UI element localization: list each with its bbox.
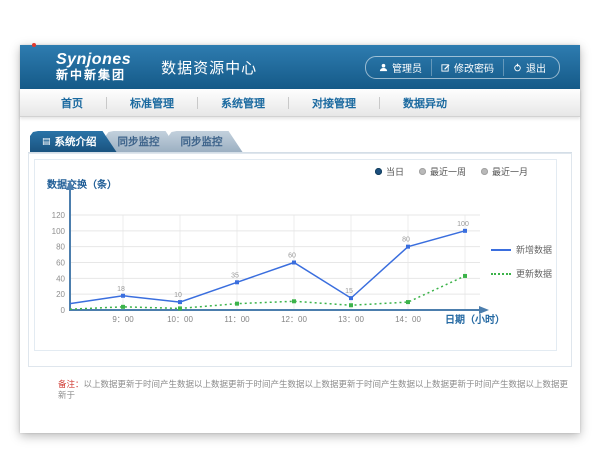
nav-item-2[interactable]: 标准管理 [107,95,197,111]
footnote-text: 以上数据更新于时间产生数据以上数据更新于时间产生数据以上数据更新于时间产生数据以… [58,379,568,400]
page: Synjones 新中新集团 数据资源中心 管理员 修改密码 退出 [0,0,600,450]
footnote-prefix: 备注： [58,379,84,389]
main-nav: 首页标准管理系统管理对接管理数据异动 [20,89,580,117]
svg-text:40: 40 [56,274,65,283]
svg-text:10: 10 [174,292,182,299]
svg-text:10：00: 10：00 [167,315,193,324]
user-menu: 管理员 修改密码 退出 [365,56,560,79]
svg-text:0: 0 [61,306,66,315]
svg-text:9：00: 9：00 [112,315,134,324]
nav-item-3[interactable]: 系统管理 [198,95,288,111]
chart-panel: 数据交换（条） 当日最近一周最近一月 0204060801001209：0010… [34,159,557,351]
solid-line-swatch [491,249,511,251]
legend-label: 更新数据 [516,267,552,280]
company-logo: Synjones 新中新集团 [56,52,131,81]
nav-item-4[interactable]: 对接管理 [289,95,379,111]
svg-text:60: 60 [56,259,65,268]
svg-text:12：00: 12：00 [281,315,307,324]
logo-red-dot-icon [32,43,36,47]
svg-text:120: 120 [52,211,66,220]
logout-label: 退出 [526,60,546,75]
tab-label: 同步监控 [181,134,223,149]
logo-text-cn: 新中新集团 [56,69,131,82]
legend-item: 新增数据 [491,243,552,256]
footnote: 备注：以上数据更新于时间产生数据以上数据更新于时间产生数据以上数据更新于时间产生… [28,379,572,401]
tab-label: 系统介绍 [55,134,97,149]
svg-text:11：00: 11：00 [224,315,250,324]
svg-text:60: 60 [288,253,296,260]
edit-icon [441,63,450,72]
app-header: Synjones 新中新集团 数据资源中心 管理员 修改密码 退出 [20,45,580,89]
svg-text:80: 80 [56,243,65,252]
nav-item-1[interactable]: 首页 [38,95,106,111]
svg-text:日期（小时）: 日期（小时） [445,313,505,326]
logo-text-en: Synjones [56,52,131,69]
user-icon [379,63,388,72]
svg-text:20: 20 [56,290,65,299]
legend-item: 更新数据 [491,267,552,280]
tab-strip: ▤ 系统介绍 同步监控 同步监控 [28,131,572,153]
dotted-line-swatch [491,273,511,275]
tab-3[interactable]: 同步监控 [169,131,243,152]
tab-label: 同步监控 [118,134,160,149]
logout-button[interactable]: 退出 [503,59,555,76]
svg-text:15: 15 [345,288,353,295]
chart-svg: 0 20 40 60 80 100 120 9：00 10：00 11：00 12：00 13：00 1… [35,160,535,348]
chart-legend: 新增数据更新数据 [491,243,552,280]
document-icon: ▤ [42,137,51,146]
svg-text:100: 100 [457,221,469,228]
tab-2[interactable]: 同步监控 [106,131,180,152]
svg-text:13：00: 13：00 [338,315,364,324]
page-title: 数据资源中心 [161,57,257,78]
nav-item-5[interactable]: 数据异动 [380,95,470,111]
svg-text:14：00: 14：00 [395,315,421,324]
username-label: 管理员 [392,60,422,75]
change-password-label: 修改密码 [454,60,494,75]
svg-text:80: 80 [402,237,410,244]
app-window: Synjones 新中新集团 数据资源中心 管理员 修改密码 退出 [20,45,580,433]
change-password-button[interactable]: 修改密码 [431,59,503,76]
tab-content: 数据交换（条） 当日最近一周最近一月 0204060801001209：0010… [28,153,572,367]
current-user-button[interactable]: 管理员 [370,59,431,76]
svg-text:18: 18 [117,286,125,293]
power-icon [513,63,522,72]
tab-1[interactable]: ▤ 系统介绍 [30,131,117,152]
legend-label: 新增数据 [516,243,552,256]
svg-text:35: 35 [231,272,239,279]
svg-text:100: 100 [52,227,66,236]
